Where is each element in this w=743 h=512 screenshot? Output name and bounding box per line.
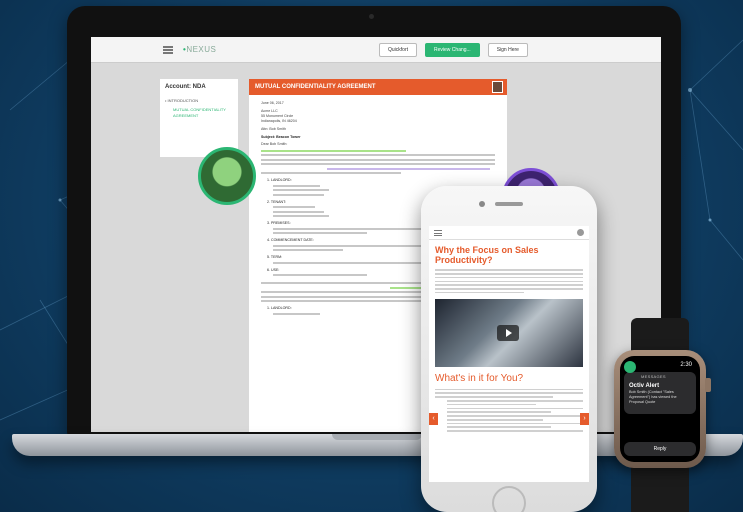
- watch-screen: 2:30 MESSAGES Octiv Alert Bob Smith (Con…: [620, 356, 700, 462]
- highlighted-text[interactable]: [261, 149, 407, 152]
- list-item: [447, 422, 583, 425]
- list-item: [447, 430, 583, 432]
- phone-speaker: [495, 202, 523, 206]
- review-changes-button[interactable]: Review Chang...: [425, 43, 480, 57]
- list-item: [447, 407, 583, 410]
- text-line: [273, 184, 320, 187]
- watch-band: [631, 318, 689, 354]
- document-greeting: Dear Bob Smith:: [261, 142, 288, 146]
- prev-arrow[interactable]: ‹: [429, 413, 438, 425]
- text-line: [261, 172, 402, 174]
- document-subject: Subject: Beacon Tower: [261, 135, 301, 139]
- text-line: [435, 392, 583, 395]
- watch-time: 2:30: [680, 362, 692, 368]
- text-line: [435, 269, 583, 271]
- sidebar-link-agreement[interactable]: MUTUAL CONFIDENTIALITY AGREEMENT: [173, 107, 233, 119]
- highlighted-text[interactable]: [326, 167, 491, 170]
- clause-heading: 1. LANDLORD:: [267, 178, 292, 182]
- document-title-bar: MUTUAL CONFIDENTIALITY AGREEMENT: [249, 79, 507, 95]
- gear-icon[interactable]: [577, 229, 584, 236]
- collaborator-avatar[interactable]: [198, 147, 256, 205]
- document-sidebar: Account: NDA • INTRODUCTION MUTUAL CONFI…: [160, 79, 238, 157]
- text-line: [273, 249, 344, 251]
- watch-crown[interactable]: [705, 378, 711, 392]
- text-line: [273, 206, 316, 208]
- text-line: [435, 396, 554, 398]
- text-line: [261, 154, 495, 156]
- text-line: [273, 215, 330, 217]
- menu-icon[interactable]: [163, 45, 173, 54]
- notification-title: Octiv Alert: [629, 383, 660, 389]
- notification-app: MESSAGES: [641, 374, 666, 379]
- messages-icon: [624, 361, 636, 373]
- text-line: [273, 274, 367, 276]
- sidebar-title: Account: NDA: [165, 84, 206, 90]
- phone-camera: [479, 201, 485, 207]
- list-item: [447, 418, 544, 421]
- app-logo[interactable]: •NEXUS: [183, 45, 216, 54]
- watch-band: [631, 466, 689, 512]
- article-text: [429, 269, 589, 294]
- text-line: [435, 276, 583, 279]
- text-line: [435, 284, 583, 286]
- list-item: [447, 403, 536, 406]
- text-line: [435, 280, 583, 283]
- reply-button[interactable]: Reply: [624, 442, 696, 456]
- document-attn: Attn: Bob Smith: [261, 127, 286, 131]
- text-line: [261, 300, 425, 302]
- avatar[interactable]: [492, 81, 503, 93]
- home-button[interactable]: [492, 486, 526, 512]
- section-text: [429, 388, 589, 398]
- phone-device: Why the Focus on Sales Productivity? Wha…: [421, 186, 597, 512]
- header-actions: Quickfort Review Chang... Sign Here: [379, 43, 528, 57]
- laptop-notch: [332, 434, 422, 440]
- text-line: [273, 232, 367, 234]
- menu-icon[interactable]: [434, 230, 442, 236]
- list-item: [447, 426, 551, 429]
- document-title: MUTUAL CONFIDENTIALITY AGREEMENT: [255, 84, 376, 90]
- text-line: [273, 189, 330, 191]
- logo-text: NEXUS: [186, 45, 217, 54]
- text-line: [261, 158, 495, 161]
- quickfort-button[interactable]: Quickfort: [379, 43, 418, 57]
- watch-device: 2:30 MESSAGES Octiv Alert Bob Smith (Con…: [614, 350, 711, 468]
- text-line: [273, 210, 325, 213]
- video-player[interactable]: [435, 299, 583, 368]
- list-item: [447, 411, 551, 413]
- notification-message: Bob Smith (Contact "Sales Agreement") ha…: [629, 390, 677, 404]
- address-line: Indianapolis, IN 46204: [261, 119, 297, 123]
- sign-here-button[interactable]: Sign Here: [487, 43, 528, 57]
- text-line: [273, 312, 320, 315]
- play-icon[interactable]: [497, 325, 519, 342]
- app-header: •NEXUS Quickfort Review Chang... Sign He…: [91, 37, 661, 63]
- text-line: [435, 272, 583, 275]
- phone-screen: Why the Focus on Sales Productivity? Wha…: [429, 226, 589, 482]
- phone-top-bar: [429, 226, 589, 240]
- article-heading: Why the Focus on Sales Productivity?: [435, 245, 539, 265]
- text-line: [435, 288, 583, 290]
- text-line: [273, 193, 325, 196]
- next-arrow[interactable]: ›: [580, 413, 589, 425]
- list-item: [447, 415, 583, 417]
- bullet-list: [429, 400, 589, 432]
- laptop-camera: [369, 14, 374, 19]
- section-heading: What's in it for You?: [435, 373, 524, 385]
- text-line: [261, 163, 495, 165]
- text-line: [435, 291, 524, 294]
- document-date: June 06, 2017: [261, 101, 284, 105]
- list-item: [447, 400, 583, 402]
- sidebar-item-introduction[interactable]: • INTRODUCTION: [165, 98, 233, 103]
- text-line: [435, 388, 583, 391]
- notification-card[interactable]: MESSAGES Octiv Alert Bob Smith (Contact …: [624, 372, 696, 414]
